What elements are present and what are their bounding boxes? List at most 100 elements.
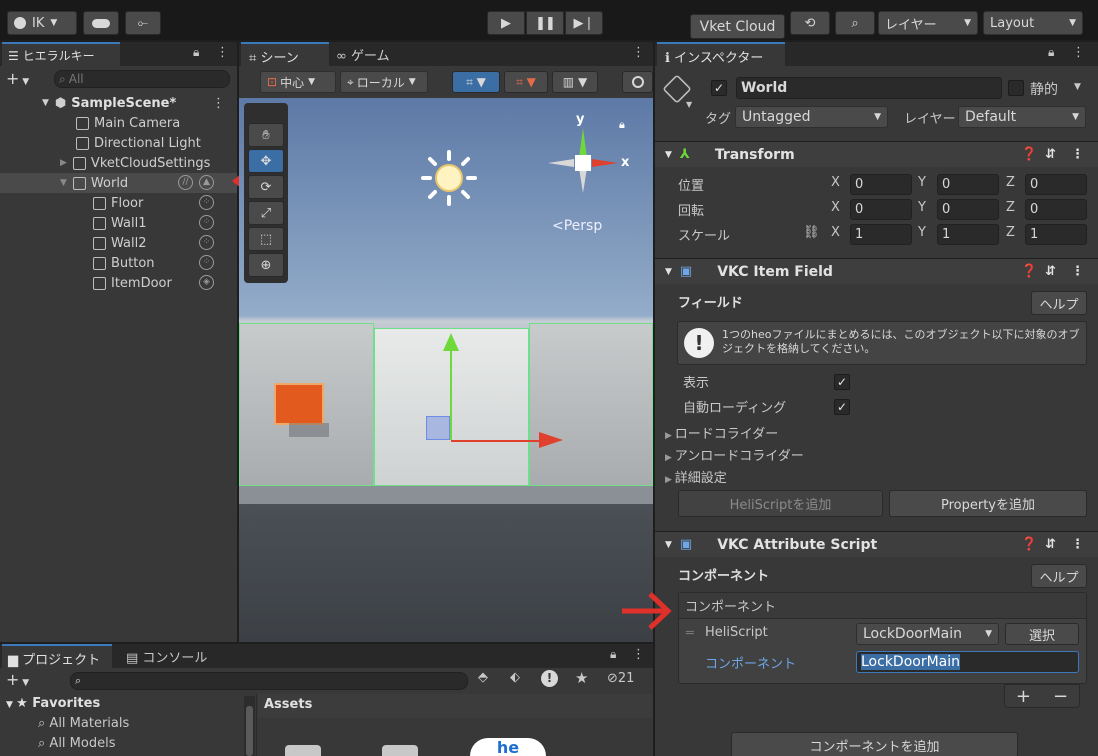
position-z-field[interactable]: 0 xyxy=(1025,174,1087,195)
layer-dropdown[interactable]: Default ▼ xyxy=(958,106,1086,128)
star-icon[interactable]: ★ xyxy=(575,669,588,687)
auto-loading-checkbox[interactable]: ✓ xyxy=(834,399,850,415)
play-button[interactable]: ▶ xyxy=(487,11,525,35)
more-menu-icon[interactable]: ⋮ xyxy=(1071,147,1084,162)
chevron-down-icon[interactable]: ▼ xyxy=(686,100,692,109)
filter-type-icon[interactable]: ⬘ xyxy=(478,670,488,685)
add-heliscript-button[interactable]: HeliScriptを追加 xyxy=(678,490,883,517)
space-dropdown[interactable]: ⌖ ローカル ▼ xyxy=(340,71,428,93)
help-icon[interactable]: ❓ xyxy=(1021,147,1037,162)
drag-handle-icon[interactable]: ═ xyxy=(686,626,694,641)
rotate-tool-button[interactable]: ⟳ xyxy=(248,175,284,199)
step-button[interactable]: ▶❘ xyxy=(565,11,603,35)
link-icon[interactable]: ⛓ xyxy=(803,225,820,240)
create-button[interactable]: + ▼ xyxy=(6,670,29,689)
scale-y-field[interactable]: 1 xyxy=(937,224,999,245)
lock-icon[interactable]: 🔒︎ xyxy=(193,45,199,60)
position-y-field[interactable]: 0 xyxy=(937,174,999,195)
scene-root-row[interactable]: ▼ ⬢ SampleScene* ⋮ xyxy=(0,93,237,113)
scene-viewport[interactable]: y x 🔒︎ <Persp ✋︎ ✥ ⟳ ⤢ ⬚ ⊕ xyxy=(239,98,653,642)
more-menu-icon[interactable]: ⋮ xyxy=(632,647,645,662)
persp-label[interactable]: <Persp xyxy=(552,218,602,234)
expand-arrow-icon[interactable]: ▼ xyxy=(60,178,67,188)
hierarchy-item-itemdoor[interactable]: ItemDoor ◈ xyxy=(0,273,237,293)
tab-console[interactable]: ▤ コンソール xyxy=(126,647,207,666)
select-button[interactable]: 選択 xyxy=(1005,623,1079,645)
hierarchy-item-vketcloudsettings[interactable]: ▶ VketCloudSettings xyxy=(0,153,237,173)
gizmo-x-cone[interactable] xyxy=(539,432,563,448)
object-name-field[interactable]: World xyxy=(736,77,1002,99)
hierarchy-item-world[interactable]: ▼ World // ▲ xyxy=(0,173,237,193)
rotation-z-field[interactable]: 0 xyxy=(1025,199,1087,220)
rect-tool-button[interactable]: ⬚ xyxy=(248,227,284,251)
rotation-x-field[interactable]: 0 xyxy=(850,199,912,220)
assets-breadcrumb[interactable]: Assets xyxy=(264,697,312,712)
hierarchy-search-input[interactable]: ⌕ All xyxy=(54,70,230,88)
sidebar-scrollbar[interactable] xyxy=(244,696,255,756)
attribute-script-header[interactable]: ▼ ▣ VKC Attribute Script ❓ ⇵ ⋮ xyxy=(655,531,1098,557)
asset-thumbnail[interactable] xyxy=(285,745,321,756)
create-button[interactable]: + ▼ xyxy=(6,69,29,88)
favorites-header[interactable]: ▼ ★ Favorites xyxy=(6,696,100,711)
unload-collider-foldout[interactable]: ▶ アンロードコライダー xyxy=(665,445,804,464)
add-property-button[interactable]: Propertyを追加 xyxy=(889,490,1087,517)
load-collider-foldout[interactable]: ▶ ロードコライダー xyxy=(665,423,778,442)
details-foldout[interactable]: ▶ 詳細設定 xyxy=(665,467,727,486)
tab-hierarchy[interactable]: ☰ ヒエラルキー xyxy=(2,42,120,66)
hierarchy-item-button[interactable]: Button ⁘ xyxy=(0,253,237,273)
snap-increment-button[interactable]: ⌗ ▼ xyxy=(504,71,548,93)
rotation-y-field[interactable]: 0 xyxy=(937,199,999,220)
hierarchy-item-wall1[interactable]: Wall1 ⁘ xyxy=(0,213,237,233)
scale-tool-button[interactable]: ⤢ xyxy=(248,201,284,225)
hierarchy-item-floor[interactable]: Floor ⁘ xyxy=(0,193,237,213)
hierarchy-item-wall2[interactable]: Wall2 ⁘ xyxy=(0,233,237,253)
search-button[interactable]: ⌕ xyxy=(835,11,875,35)
add-item-button[interactable]: + xyxy=(1016,686,1031,707)
active-checkbox[interactable]: ✓ xyxy=(711,80,727,96)
component-value-field[interactable]: LockDoorMain xyxy=(856,651,1079,673)
help-icon[interactable]: ❓ xyxy=(1021,264,1037,279)
preset-icon[interactable]: ⇵ xyxy=(1045,147,1056,162)
transform-tool-button[interactable]: ⊕ xyxy=(248,253,284,277)
chevron-down-icon[interactable]: ▼ xyxy=(1074,82,1081,92)
pause-button[interactable]: ❚❚ xyxy=(526,11,564,35)
transform-header[interactable]: ▼ ⅄ Transform ❓ ⇵ ⋮ xyxy=(655,141,1098,167)
tab-scene[interactable]: ⌗ シーン xyxy=(241,42,329,66)
more-menu-icon[interactable]: ⋮ xyxy=(216,45,229,60)
move-tool-button[interactable]: ✥ xyxy=(248,149,284,173)
static-checkbox[interactable] xyxy=(1008,80,1024,96)
more-menu-icon[interactable]: ⋮ xyxy=(1071,537,1084,552)
layers-dropdown[interactable]: レイヤー ▼ xyxy=(878,11,978,35)
gizmo-y-cone[interactable] xyxy=(443,333,459,351)
lock-icon[interactable]: 🔒︎ xyxy=(619,118,625,132)
tab-inspector[interactable]: ℹ インスペクター xyxy=(657,42,785,66)
tab-project[interactable]: ▆ プロジェクト xyxy=(2,644,112,668)
attribute-script-help-button[interactable]: ヘルプ xyxy=(1031,564,1087,588)
grid-snap-button[interactable]: ⌗ ▼ xyxy=(452,71,500,93)
show-checkbox[interactable]: ✓ xyxy=(834,374,850,390)
tab-game[interactable]: ∞ ゲーム xyxy=(336,45,390,64)
asset-thumbnail[interactable] xyxy=(382,745,418,756)
add-component-button[interactable]: コンポーネントを追加 xyxy=(731,732,1018,756)
preset-icon[interactable]: ⇵ xyxy=(1045,264,1056,279)
lock-icon[interactable]: 🔒︎ xyxy=(1048,45,1054,60)
hierarchy-item-main-camera[interactable]: Main Camera xyxy=(0,113,237,133)
asset-thumbnail[interactable]: he xyxy=(470,738,546,756)
info-icon[interactable]: ! xyxy=(541,670,558,687)
item-field-help-button[interactable]: ヘルプ xyxy=(1031,291,1087,315)
tag-dropdown[interactable]: Untagged ▼ xyxy=(735,106,888,128)
cloud-button[interactable] xyxy=(83,11,119,35)
heliscript-dropdown[interactable]: LockDoorMain ▼ xyxy=(856,623,999,645)
scale-z-field[interactable]: 1 xyxy=(1025,224,1087,245)
pivot-dropdown[interactable]: ⊡ 中心 ▼ xyxy=(260,71,336,93)
favorite-item-all-models[interactable]: ⌕ All Models xyxy=(38,736,115,751)
project-search-input[interactable]: ⌕ xyxy=(70,672,468,690)
preset-icon[interactable]: ⇵ xyxy=(1045,537,1056,552)
shading-button[interactable] xyxy=(622,71,653,93)
account-dropdown[interactable]: IK ▼ xyxy=(7,11,77,35)
hidden-packages-toggle[interactable]: ⊘21 xyxy=(607,671,634,686)
more-menu-icon[interactable]: ⋮ xyxy=(1072,45,1085,60)
more-menu-icon[interactable]: ⋮ xyxy=(632,45,645,60)
favorite-item-all-materials[interactable]: ⌕ All Materials xyxy=(38,716,129,731)
history-button[interactable]: ⟲ xyxy=(790,11,830,35)
